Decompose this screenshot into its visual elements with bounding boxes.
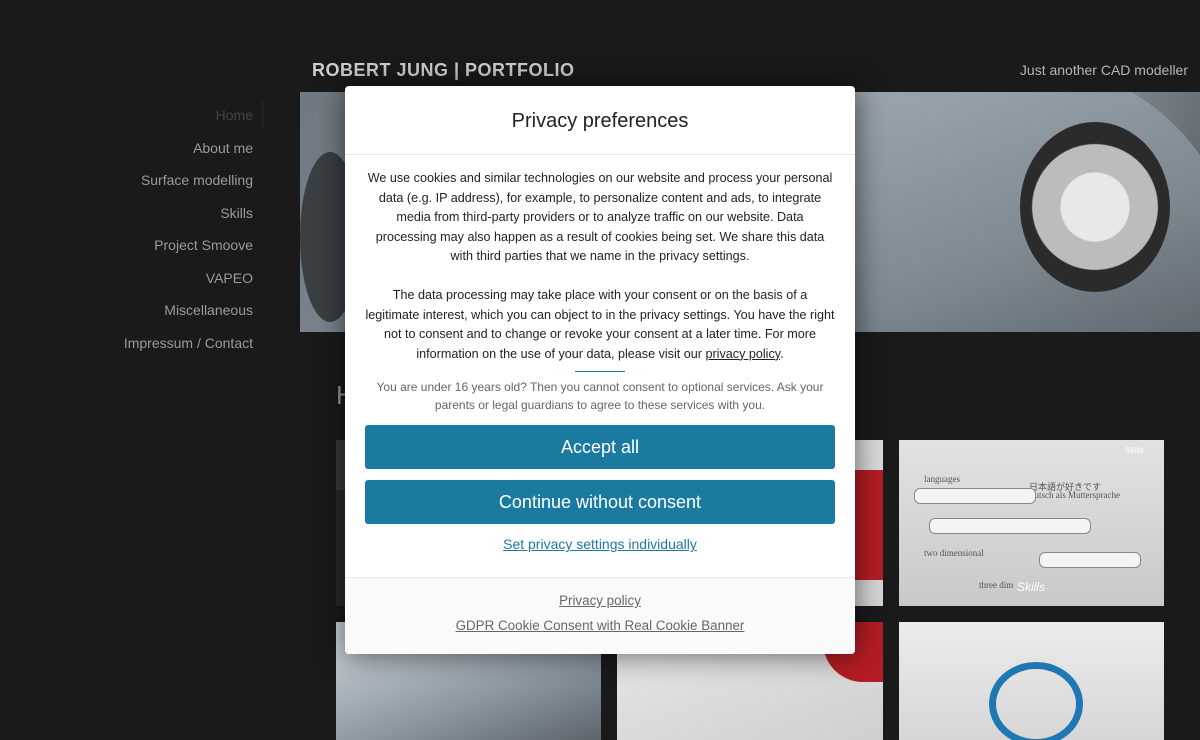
footer-gdpr-link[interactable]: GDPR Cookie Consent with Real Cookie Ban… xyxy=(345,613,855,638)
nav-item-impressum-contact[interactable]: Impressum / Contact xyxy=(0,332,253,365)
nav-item-miscellaneous[interactable]: Miscellaneous xyxy=(0,299,253,332)
age-notice: You are under 16 years old? Then you can… xyxy=(376,380,824,413)
site-tagline: Just another CAD modeller xyxy=(1019,62,1188,78)
hero-rear-wheel xyxy=(1020,122,1170,292)
continue-without-consent-button[interactable]: Continue without consent xyxy=(365,480,835,525)
modal-title: Privacy preferences xyxy=(345,86,855,155)
nav-item-project-smoove[interactable]: Project Smoove xyxy=(0,234,253,267)
modal-footer: Privacy policy GDPR Cookie Consent with … xyxy=(345,577,855,654)
skill-word: languages xyxy=(924,474,960,484)
modal-paragraph-2: The data processing may take place with … xyxy=(365,286,835,364)
skill-bar xyxy=(929,518,1091,534)
nav-item-about-me[interactable]: About me xyxy=(0,137,253,170)
tile-caption-skills: Skills xyxy=(1017,580,1046,594)
skill-word: two dimensional xyxy=(924,548,984,558)
skill-word: Deutsch als Muttersprache xyxy=(1024,490,1120,500)
accept-all-button[interactable]: Accept all xyxy=(365,425,835,470)
modal-paragraph-1: We use cookies and similar technologies … xyxy=(367,171,833,264)
portfolio-tile-skills[interactable]: Skills languages 日本語が好きです Deutsch als Mu… xyxy=(899,440,1164,606)
blue-ring-object xyxy=(989,662,1083,740)
site-title[interactable]: ROBERT JUNG | PORTFOLIO xyxy=(312,60,575,81)
modal-body: We use cookies and similar technologies … xyxy=(345,155,855,414)
nav-item-vapeo[interactable]: VAPEO xyxy=(0,267,253,300)
portfolio-tile-6[interactable] xyxy=(899,622,1164,740)
nav-item-home[interactable]: Home xyxy=(0,104,253,137)
nav-active-marker xyxy=(261,102,264,128)
nav-item-skills[interactable]: Skills xyxy=(0,202,253,235)
set-privacy-individually-link[interactable]: Set privacy settings individually xyxy=(345,536,855,552)
skill-bar xyxy=(914,488,1036,504)
paragraph-2-end: . xyxy=(780,346,784,361)
skill-bar xyxy=(1039,552,1141,568)
skill-word: three dim xyxy=(979,580,1014,590)
nav-item-surface-modelling[interactable]: Surface modelling xyxy=(0,169,253,202)
privacy-modal: Privacy preferences We use cookies and s… xyxy=(345,86,855,654)
footer-privacy-policy-link[interactable]: Privacy policy xyxy=(345,588,855,613)
modal-divider xyxy=(575,371,625,373)
tile-tag: Skills xyxy=(1125,446,1144,455)
privacy-policy-inline-link[interactable]: privacy policy xyxy=(705,347,780,361)
main-navigation: Home About me Surface modelling Skills P… xyxy=(0,104,253,364)
